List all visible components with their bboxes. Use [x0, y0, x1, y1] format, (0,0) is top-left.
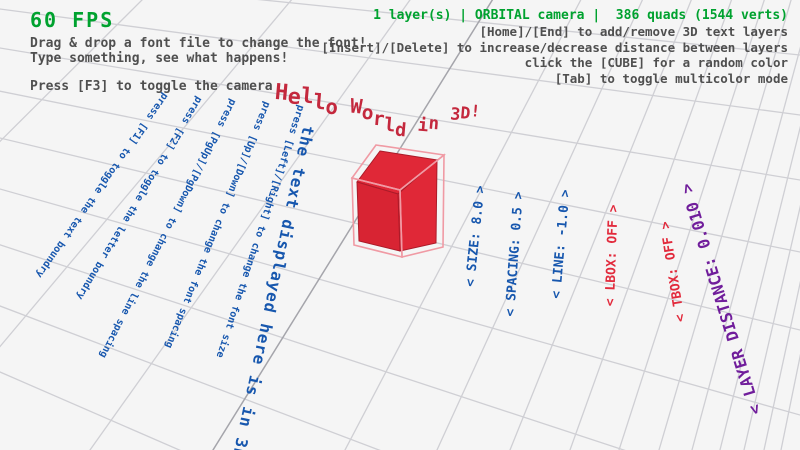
hello-letter: o: [325, 94, 339, 119]
right-instruction-line: [Tab] to toggle multicolor mode: [321, 71, 788, 87]
right-instruction-line: click the [CUBE] for a random color: [321, 55, 788, 71]
status-line: 1 layer(s) | ORBITAL camera | 386 quads …: [321, 8, 788, 24]
instruction-type: Type something, see what happens!: [30, 51, 288, 66]
cube-face[interactable]: [357, 182, 400, 251]
hud-right-block: 1 layer(s) | ORBITAL camera | 386 quads …: [321, 8, 788, 86]
hello-letter: d: [394, 120, 407, 142]
fps-counter: 60 FPS: [30, 8, 114, 32]
raylib-text3d-window: the text displayed here is in 3D press […: [0, 0, 800, 450]
right-instruction-line: [Insert]/[Delete] to increase/decrease d…: [321, 40, 788, 56]
instruction-drag-drop: Drag & drop a font file to change the fo…: [30, 36, 367, 51]
instruction-camera-toggle: Press [F3] to toggle the camera: [30, 79, 273, 94]
right-instructions: [Home]/[End] to add/remove 3D text layer…: [321, 24, 788, 86]
hello-letter: [408, 95, 421, 117]
hello-letter: !: [470, 101, 481, 121]
hello-letter: n: [428, 114, 440, 135]
right-instruction-line: [Home]/[End] to add/remove 3D text layer…: [321, 24, 788, 40]
